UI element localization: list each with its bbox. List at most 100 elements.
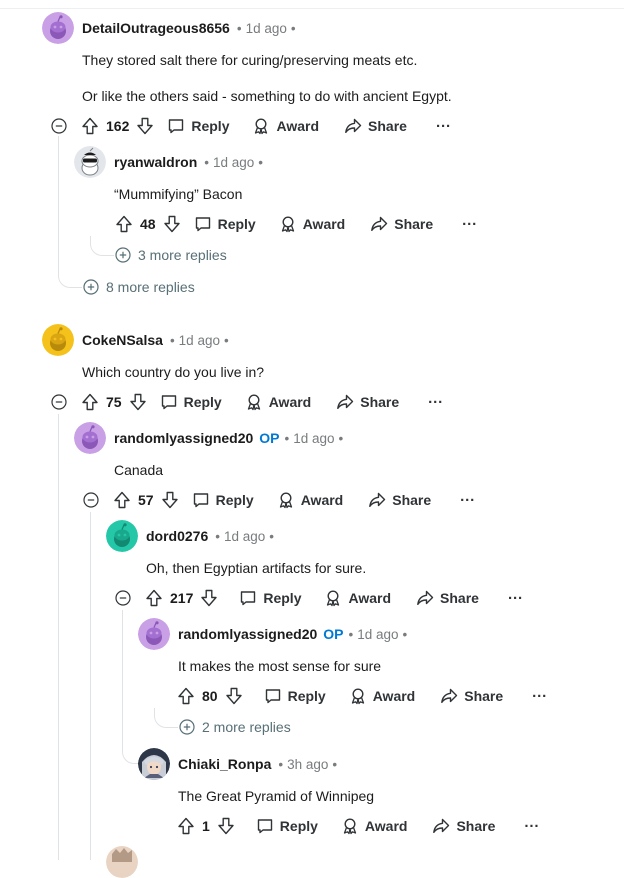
timestamp[interactable]: 1d ago [293,431,334,446]
share-icon [337,394,354,409]
more-options-button[interactable]: ··· [436,118,451,135]
upvote-icon[interactable] [146,589,162,607]
avatar[interactable] [138,748,170,780]
collapse-icon[interactable] [51,118,67,134]
comment-body-line: It makes the most sense for sure [178,658,382,674]
snoo-avatar-icon [138,618,170,650]
username[interactable]: CokeNSalsa [82,332,163,348]
award-button[interactable]: Award [279,215,345,233]
downvote-icon[interactable] [137,117,154,135]
more-options-button[interactable]: ··· [532,688,547,705]
username[interactable]: Chiaki_Ronpa [178,756,271,772]
username[interactable]: randomlyassigned20 [178,626,317,642]
expand-plus-icon [115,247,131,263]
upvote-icon[interactable] [114,491,130,509]
reply-label: Reply [183,394,222,410]
share-button[interactable]: Share [344,117,407,135]
timestamp[interactable]: 1d ago [246,21,287,36]
downvote-icon[interactable] [161,491,178,509]
reply-button[interactable]: Reply [264,687,326,705]
more-replies-link[interactable]: 2 more replies [179,719,291,735]
timestamp[interactable]: 3h ago [287,757,328,772]
share-button[interactable]: Share [368,491,431,509]
username[interactable]: dord0276 [146,528,208,544]
more-replies-link[interactable]: 8 more replies [83,279,195,295]
reply-button[interactable]: Reply [160,393,222,411]
timestamp[interactable]: 1d ago [179,333,220,348]
award-button[interactable]: Award [349,687,416,705]
reply-button[interactable]: Reply [194,215,256,233]
timestamp[interactable]: 1d ago [224,529,265,544]
more-options-button[interactable]: ··· [428,394,443,411]
reply-button[interactable]: Reply [239,589,301,607]
downvote-icon[interactable] [201,589,218,607]
award-label: Award [300,492,344,508]
more-options-button[interactable]: ··· [460,492,475,509]
upvote-icon[interactable] [178,817,194,835]
more-options-button[interactable]: ··· [508,590,523,607]
vote-count: 1 [202,818,210,834]
share-icon [433,818,450,833]
thread-line-elbow [58,264,82,288]
comment-body-line: The Great Pyramid of Winnipeg [178,788,375,804]
avatar[interactable] [74,422,106,454]
username[interactable]: DetailOutrageous8656 [82,20,230,36]
thread-line [58,136,59,270]
share-icon [371,216,388,231]
comment-meta: randomlyassigned20 OP • 1d ago • [178,622,407,646]
avatar[interactable] [42,12,74,44]
snoo-avatar-icon [42,12,74,44]
award-button[interactable]: Award [341,817,407,835]
share-button[interactable]: Share [336,393,399,411]
downvote-icon[interactable] [163,215,180,233]
reply-button[interactable]: Reply [256,817,318,835]
reply-bubble-icon [169,119,184,134]
comment-body-line: They stored salt there for curing/preser… [82,52,418,68]
share-icon [369,492,386,507]
award-button[interactable]: Award [324,589,391,607]
award-button[interactable]: Award [252,117,319,135]
award-button[interactable]: Award [245,393,311,411]
award-icon [247,394,260,411]
more-replies-link[interactable]: 3 more replies [115,247,227,263]
more-options-button[interactable]: ··· [524,818,539,835]
upvote-icon[interactable] [82,393,98,411]
comment-meta: CokeNSalsa • 1d ago • [82,328,229,352]
upvote-icon[interactable] [178,687,194,705]
timestamp[interactable]: 1d ago [213,155,254,170]
avatar[interactable] [74,146,106,178]
username[interactable]: ryanwaldron [114,154,197,170]
share-button[interactable]: Share [370,215,433,233]
more-options-button[interactable]: ··· [462,216,477,233]
award-label: Award [372,688,416,704]
collapse-icon[interactable] [51,394,67,410]
reply-label: Reply [287,688,326,704]
reply-button[interactable]: Reply [192,491,254,509]
snoo-avatar-icon [74,422,106,454]
thread-line-elbow [122,722,140,764]
comment-actions: 48 Reply Award Share ··· [116,211,477,237]
vote-count: 75 [106,394,122,410]
username[interactable]: randomlyassigned20 [114,430,253,446]
separator-dot: • [284,430,290,446]
award-button[interactable]: Award [277,491,344,509]
avatar[interactable] [42,324,74,356]
share-button[interactable]: Share [416,589,479,607]
share-button[interactable]: Share [440,687,503,705]
downvote-icon[interactable] [129,393,146,411]
downvote-icon[interactable] [218,817,234,835]
collapse-icon[interactable] [83,492,99,508]
avatar[interactable] [138,618,170,650]
reply-bubble-icon [265,689,280,704]
upvote-icon[interactable] [116,215,132,233]
separator-dot: • [348,626,354,642]
upvote-icon[interactable] [82,117,98,135]
avatar[interactable] [106,520,138,552]
reply-bubble-icon [161,395,176,410]
share-button[interactable]: Share [432,817,495,835]
timestamp[interactable]: 1d ago [357,627,398,642]
collapse-icon[interactable] [115,590,131,606]
reply-button[interactable]: Reply [167,117,229,135]
avatar[interactable] [106,846,138,878]
downvote-icon[interactable] [225,687,242,705]
